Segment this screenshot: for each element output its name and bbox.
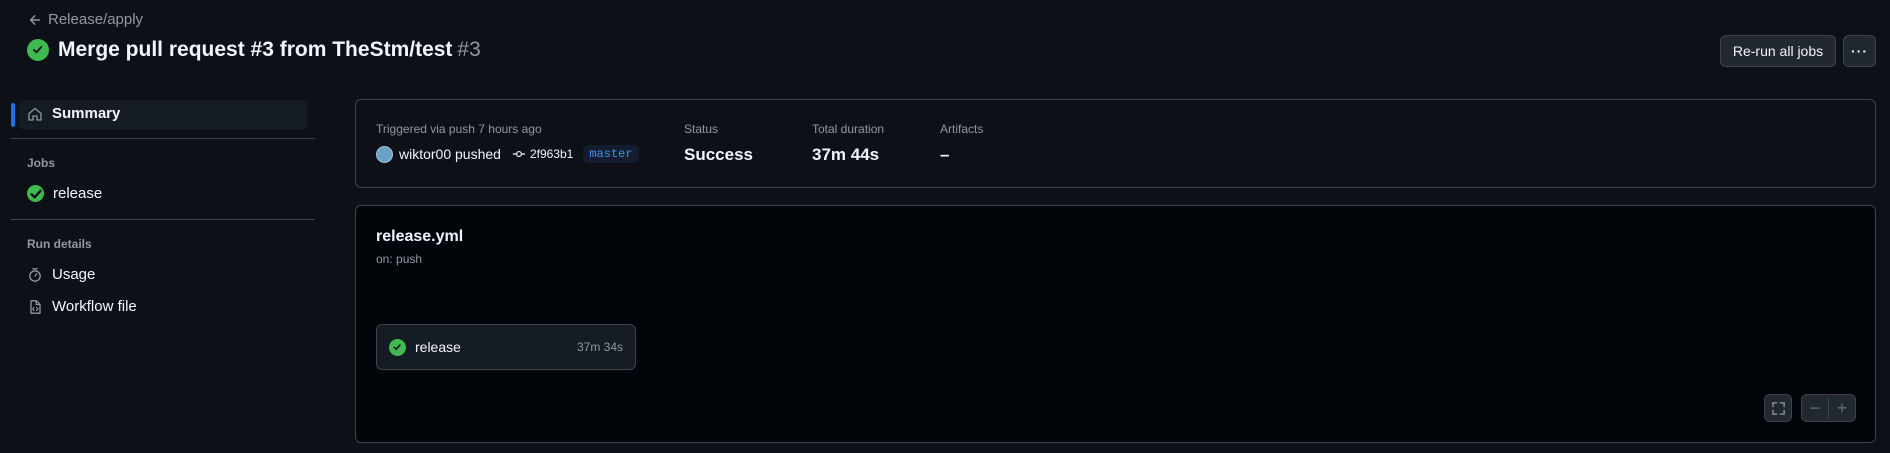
job-duration: 37m 34s [576, 340, 623, 354]
sidebar-item-label: release [53, 185, 103, 202]
file-code-icon [30, 299, 41, 314]
sidebar-divider [11, 138, 315, 139]
sidebar-item-summary[interactable]: Summary [27, 105, 120, 122]
zoom-out-button[interactable]: − [1802, 398, 1828, 419]
sidebar-active-marker [11, 103, 15, 127]
status-label: Status [684, 122, 719, 136]
status-value: Success [684, 145, 753, 164]
workflow-file-name[interactable]: release.yml [376, 228, 463, 246]
duration-value[interactable]: 37m 44s [812, 145, 879, 165]
stopwatch-icon [29, 267, 41, 282]
sidebar-item-workflow-file[interactable]: Workflow file [27, 298, 137, 315]
commit-line: wiktor00 pushed 2f963b1 master [376, 145, 639, 163]
duration-label: Total duration [812, 122, 885, 136]
success-check-icon [27, 185, 44, 202]
page-title-row: Merge pull request #3 from TheStm/test #3 [27, 38, 481, 62]
actor-text[interactable]: wiktor00 pushed [399, 146, 501, 162]
job-name: release [415, 339, 461, 355]
zoom-controls: − + [1801, 394, 1856, 422]
branch-badge[interactable]: master [583, 145, 639, 163]
sidebar-divider [11, 219, 315, 220]
sidebar-item-label: Usage [52, 266, 96, 283]
sidebar-item-label: Summary [52, 105, 121, 122]
kebab-horizontal-icon: ··· [1851, 43, 1868, 59]
arrow-left-icon [29, 14, 41, 25]
avatar[interactable] [376, 145, 393, 163]
workflow-trigger: on: push [376, 252, 423, 266]
fullscreen-button[interactable] [1764, 394, 1792, 422]
sidebar-item-usage[interactable]: Usage [27, 266, 95, 283]
commit-sha: 2f963b1 [529, 147, 574, 161]
back-link-label: Release/apply [48, 11, 144, 28]
trigger-label: Triggered via push 7 hours ago [376, 122, 542, 136]
sidebar-heading-jobs: Jobs [27, 156, 56, 170]
sidebar-item-job-release[interactable]: release [27, 185, 102, 202]
success-check-icon [389, 338, 406, 356]
zoom-in-button[interactable]: + [1828, 397, 1855, 419]
run-number: #3 [457, 38, 481, 61]
git-commit-icon [512, 150, 526, 158]
page-title: Merge pull request #3 from TheStm/test #3 [58, 38, 481, 61]
back-link[interactable]: Release/apply [28, 11, 143, 28]
rerun-all-jobs-button[interactable]: Re-run all jobs [1720, 35, 1836, 67]
artifacts-label: Artifacts [940, 122, 984, 136]
home-icon [28, 107, 42, 121]
artifacts-value: – [940, 145, 950, 164]
commit-sha-link[interactable]: 2f963b1 [512, 147, 573, 161]
sidebar-heading-run-details: Run details [27, 237, 92, 251]
sidebar-item-label: Workflow file [52, 298, 137, 315]
more-options-button[interactable]: ··· [1843, 35, 1876, 67]
fullscreen-icon [1771, 401, 1785, 415]
run-summary-panel [355, 99, 1876, 188]
success-check-icon [27, 39, 49, 61]
job-card-release[interactable]: release 37m 34s [376, 324, 636, 370]
